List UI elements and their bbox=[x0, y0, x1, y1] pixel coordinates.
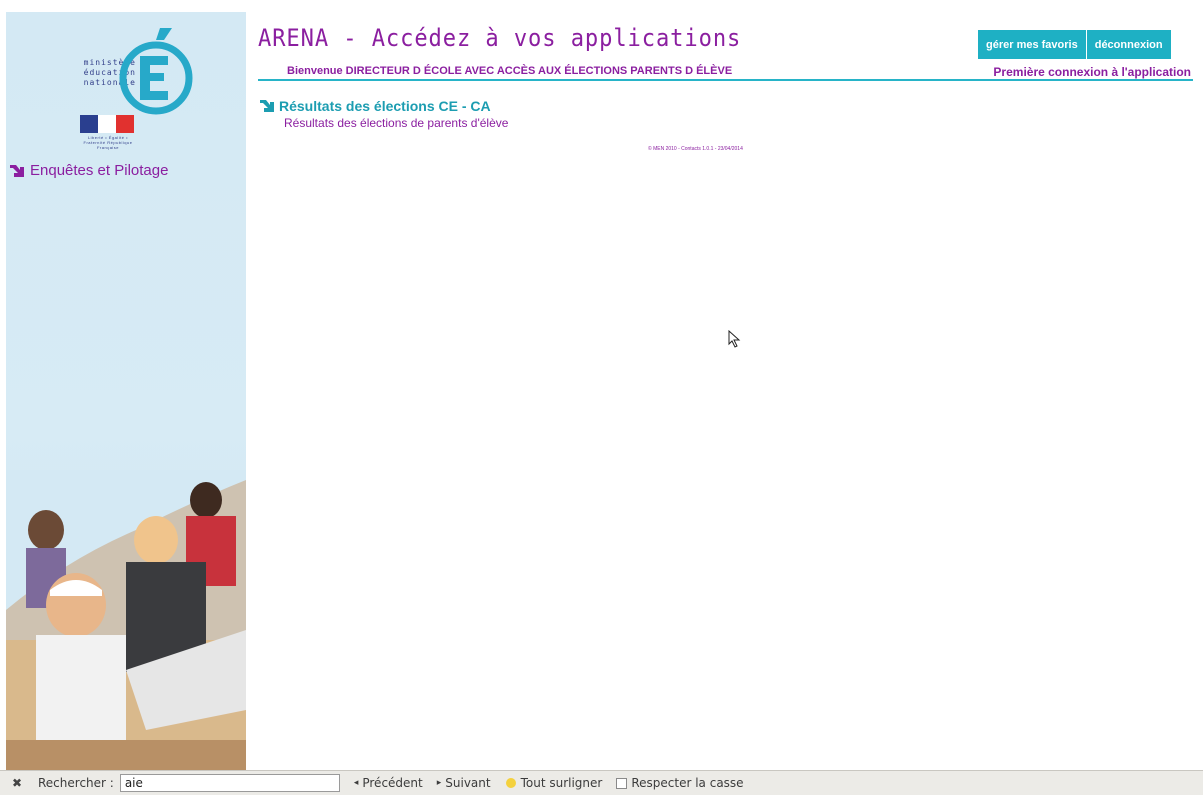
logout-button[interactable]: déconnexion bbox=[1085, 30, 1171, 59]
copyright-note: © MEN 2010 - Contacts 1.0.1 - 23/04/2014 bbox=[648, 146, 743, 152]
election-results-description[interactable]: Résultats des élections de parents d'élè… bbox=[284, 116, 508, 130]
header-actions: gérer mes favoris déconnexion bbox=[978, 30, 1171, 59]
election-results-link[interactable]: Résultats des élections CE - CA bbox=[259, 98, 491, 114]
ministry-logo: ministère éducation nationale bbox=[76, 26, 196, 116]
sidebar-item-enquetes[interactable]: Enquêtes et Pilotage bbox=[10, 162, 168, 179]
next-button[interactable]: ▸ Suivant bbox=[437, 776, 491, 790]
mouse-pointer-icon bbox=[728, 330, 741, 348]
chevron-left-icon: ◂ bbox=[353, 778, 359, 788]
welcome-message: Bienvenue DIRECTEUR D ÉCOLE AVEC ACCÈS A… bbox=[287, 65, 733, 77]
sidebar-item-label: Enquêtes et Pilotage bbox=[30, 162, 169, 179]
match-case-checkbox[interactable]: Respecter la casse bbox=[616, 776, 744, 790]
chevron-right-icon: ▸ bbox=[436, 778, 442, 788]
logo-e-icon bbox=[119, 28, 193, 115]
highlighter-icon bbox=[505, 778, 516, 788]
highlight-all-button[interactable]: Tout surligner bbox=[505, 776, 603, 790]
close-icon[interactable]: ✖ bbox=[12, 776, 24, 790]
find-bar: ✖ Rechercher : ◂ Précédent ▸ Suivant Tou… bbox=[0, 770, 1203, 795]
flag-subtitle: Liberté • Égalité • Fraternité Républiqu… bbox=[83, 135, 133, 150]
app-title: ARENA - Accédez à vos applications bbox=[258, 24, 742, 52]
first-connection-link[interactable]: Première connexion à l'application bbox=[993, 65, 1191, 79]
election-results-title: Résultats des élections CE - CA bbox=[279, 98, 491, 114]
previous-label: Précédent bbox=[362, 776, 423, 790]
highlight-all-label: Tout surligner bbox=[520, 776, 603, 790]
next-label: Suivant bbox=[445, 776, 491, 790]
search-input[interactable] bbox=[119, 774, 340, 792]
republic-flag-logo: Liberté • Égalité • Fraternité Républiqu… bbox=[80, 115, 136, 150]
checkbox-icon bbox=[616, 777, 628, 789]
arrow-right-down-icon bbox=[260, 100, 274, 112]
previous-button[interactable]: ◂ Précédent bbox=[354, 776, 423, 790]
sidebar: ministère éducation nationale Liberté • … bbox=[6, 12, 246, 770]
search-label: Rechercher : bbox=[38, 776, 114, 790]
header-divider bbox=[258, 79, 1193, 81]
classroom-photo bbox=[6, 470, 246, 770]
match-case-label: Respecter la casse bbox=[631, 776, 744, 790]
manage-favorites-button[interactable]: gérer mes favoris bbox=[978, 30, 1086, 59]
arrow-right-down-icon bbox=[10, 164, 24, 177]
